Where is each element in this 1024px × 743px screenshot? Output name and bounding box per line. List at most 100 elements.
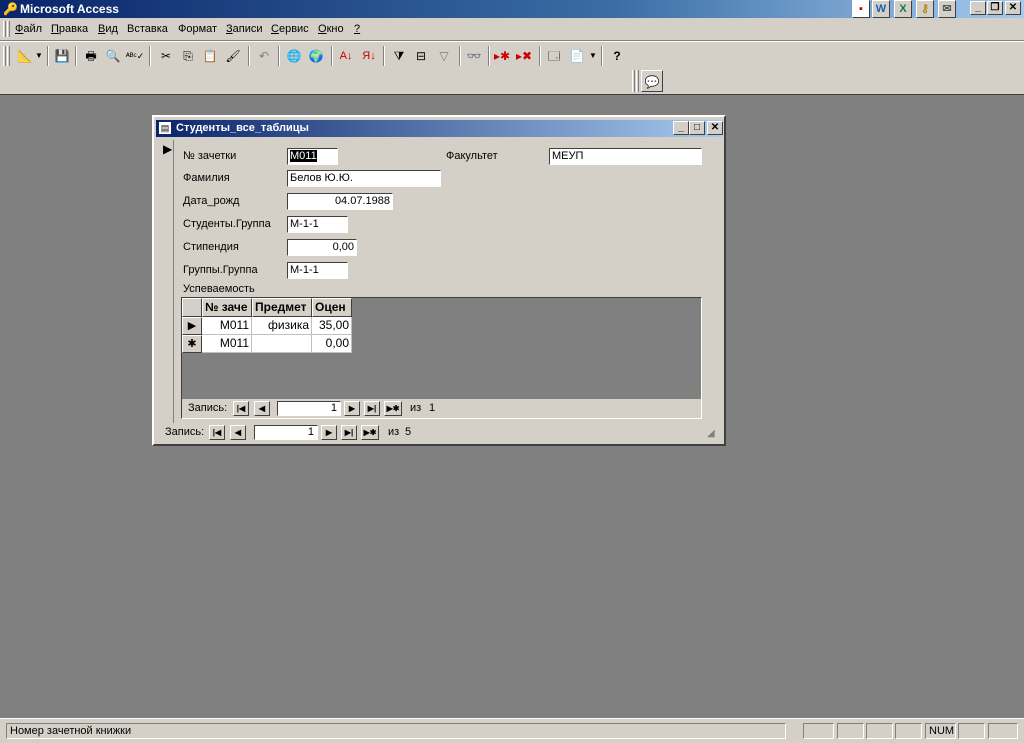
- undo-icon[interactable]: ↶: [253, 45, 275, 67]
- subform-new-record-button[interactable]: ▶✱: [384, 401, 402, 416]
- new-record-icon[interactable]: ▸✱: [491, 45, 513, 67]
- subform-last-record-button[interactable]: ▶|: [364, 401, 380, 416]
- uspevaemost-subform: № заче Предмет Оцен ▶ М011 физика 35,00 …: [181, 297, 702, 419]
- cut-icon[interactable]: ✂: [155, 45, 177, 67]
- menu-file-label: айл: [23, 23, 43, 35]
- copy-icon[interactable]: ⎘: [177, 45, 199, 67]
- new-object-icon[interactable]: 📄: [566, 45, 588, 67]
- toolbar-grip[interactable]: [7, 46, 10, 66]
- toolbar-grip[interactable]: [3, 46, 6, 66]
- toolbar-grip[interactable]: [636, 70, 639, 92]
- column-header-predmet[interactable]: Предмет: [252, 298, 312, 317]
- database-window-icon[interactable]: 🗔: [543, 45, 565, 67]
- new-record-button[interactable]: ▶✱: [361, 425, 379, 440]
- status-bar: Номер зачетной книжки NUM: [0, 718, 1024, 743]
- menu-grip[interactable]: [7, 21, 10, 37]
- status-panel: [958, 723, 985, 739]
- web-toolbar-icon[interactable]: 🌍: [305, 45, 327, 67]
- resize-grip-icon[interactable]: ◢: [707, 428, 715, 439]
- subform-nav-label: Запись:: [188, 402, 228, 414]
- record-selector-bar[interactable]: ▶: [161, 140, 174, 425]
- insert-hyperlink-icon[interactable]: 🌐: [283, 45, 305, 67]
- close-button[interactable]: ✕: [1005, 1, 1021, 15]
- form-maximize-button[interactable]: □: [689, 121, 705, 135]
- menu-edit[interactable]: Правка: [51, 23, 88, 35]
- filter-by-selection-icon[interactable]: ⧩: [388, 45, 410, 67]
- new-object-dropdown-icon[interactable]: ▼: [588, 45, 598, 67]
- menu-format[interactable]: Формат: [178, 23, 217, 35]
- menu-view-label: ид: [105, 23, 118, 35]
- table-cell[interactable]: 35,00: [312, 317, 352, 335]
- menu-view[interactable]: Вид: [98, 23, 118, 35]
- paste-icon[interactable]: 📋: [199, 45, 221, 67]
- menu-insert[interactable]: Вставка: [127, 23, 168, 35]
- status-panel: [895, 723, 922, 739]
- office-assistant-icon[interactable]: 💬: [641, 70, 663, 92]
- status-panel: [803, 723, 834, 739]
- apply-filter-icon[interactable]: ▽: [433, 45, 455, 67]
- num-lock-indicator: NUM: [925, 723, 956, 739]
- form-minimize-button[interactable]: _: [673, 121, 689, 135]
- menu-grip[interactable]: [3, 21, 6, 37]
- print-icon[interactable]: 🖶: [80, 45, 102, 67]
- word-icon[interactable]: W: [872, 0, 890, 18]
- minimize-button[interactable]: _: [970, 1, 986, 15]
- menu-records[interactable]: Записи: [226, 23, 263, 35]
- column-header-zachetka[interactable]: № заче: [202, 298, 252, 317]
- office-shortcut-icon[interactable]: ▪: [852, 0, 870, 18]
- stipendia-field[interactable]: 0,00: [287, 239, 357, 256]
- subform-first-record-button[interactable]: |◀: [233, 401, 249, 416]
- sort-descending-icon[interactable]: Я↓: [358, 45, 380, 67]
- save-icon[interactable]: 💾: [51, 45, 73, 67]
- prev-record-button[interactable]: ◀: [230, 425, 246, 440]
- familia-field[interactable]: Белов Ю.Ю.: [287, 170, 441, 187]
- menu-window-accel: О: [318, 23, 327, 35]
- data-rozhd-field[interactable]: 04.07.1988: [287, 193, 393, 210]
- view-design-icon[interactable]: 📐: [14, 45, 36, 67]
- next-record-button[interactable]: ▶: [321, 425, 337, 440]
- column-header-ocenka[interactable]: Оцен: [312, 298, 352, 317]
- table-cell[interactable]: физика: [252, 317, 312, 335]
- toolbar-separator: [75, 46, 77, 66]
- table-cell[interactable]: 0,00: [312, 335, 352, 353]
- spelling-icon[interactable]: ᴬᴮᶜ✓: [124, 45, 146, 67]
- form-nav-total: 5: [405, 426, 412, 438]
- subform-record-number-input[interactable]: 1: [277, 401, 341, 416]
- print-preview-icon[interactable]: 🔍: [102, 45, 124, 67]
- sort-ascending-icon[interactable]: A↓: [335, 45, 357, 67]
- view-dropdown-icon[interactable]: ▼: [34, 45, 44, 67]
- menu-tools[interactable]: Сервис: [271, 23, 309, 35]
- table-cell[interactable]: М011: [202, 335, 252, 353]
- subform-next-record-button[interactable]: ▶: [344, 401, 360, 416]
- restore-button[interactable]: ❐: [987, 1, 1003, 15]
- filter-by-form-icon[interactable]: ⊟: [410, 45, 432, 67]
- excel-icon[interactable]: X: [894, 0, 912, 18]
- grid-corner[interactable]: [182, 298, 202, 317]
- table-cell[interactable]: [252, 335, 312, 353]
- menu-help[interactable]: ?: [354, 23, 360, 35]
- toolbar-grip[interactable]: [632, 70, 635, 92]
- last-record-button[interactable]: ▶|: [341, 425, 357, 440]
- find-icon[interactable]: 👓: [463, 45, 485, 67]
- menu-window[interactable]: Окно: [318, 23, 344, 35]
- table-cell[interactable]: М011: [202, 317, 252, 335]
- new-row-selector[interactable]: ✱: [182, 335, 202, 353]
- zachetka-field[interactable]: М011: [287, 148, 338, 165]
- menu-file[interactable]: Файл: [15, 23, 42, 35]
- current-record-arrow-icon: ▶: [163, 142, 173, 156]
- row-selector[interactable]: ▶: [182, 317, 202, 335]
- record-number-input[interactable]: 1: [254, 425, 318, 440]
- studenty-gruppa-field[interactable]: М-1-1: [287, 216, 348, 233]
- delete-record-icon[interactable]: ▸✖: [513, 45, 535, 67]
- subform-record-navigator: Запись: |◀ ◀ 1 ▶ ▶| ▶✱ из 1: [182, 399, 701, 418]
- outlook-icon[interactable]: ✉: [938, 0, 956, 18]
- subform-prev-record-button[interactable]: ◀: [254, 401, 270, 416]
- fakultet-field[interactable]: МЕУП: [549, 148, 702, 165]
- access-icon[interactable]: ⚷: [916, 0, 934, 18]
- help-icon[interactable]: ?: [606, 45, 628, 67]
- form-close-button[interactable]: ✕: [707, 121, 723, 135]
- first-record-button[interactable]: |◀: [209, 425, 225, 440]
- format-painter-icon[interactable]: 🖌: [222, 45, 244, 67]
- zachetka-label: № зачетки: [183, 150, 237, 162]
- gruppy-gruppa-field[interactable]: М-1-1: [287, 262, 348, 279]
